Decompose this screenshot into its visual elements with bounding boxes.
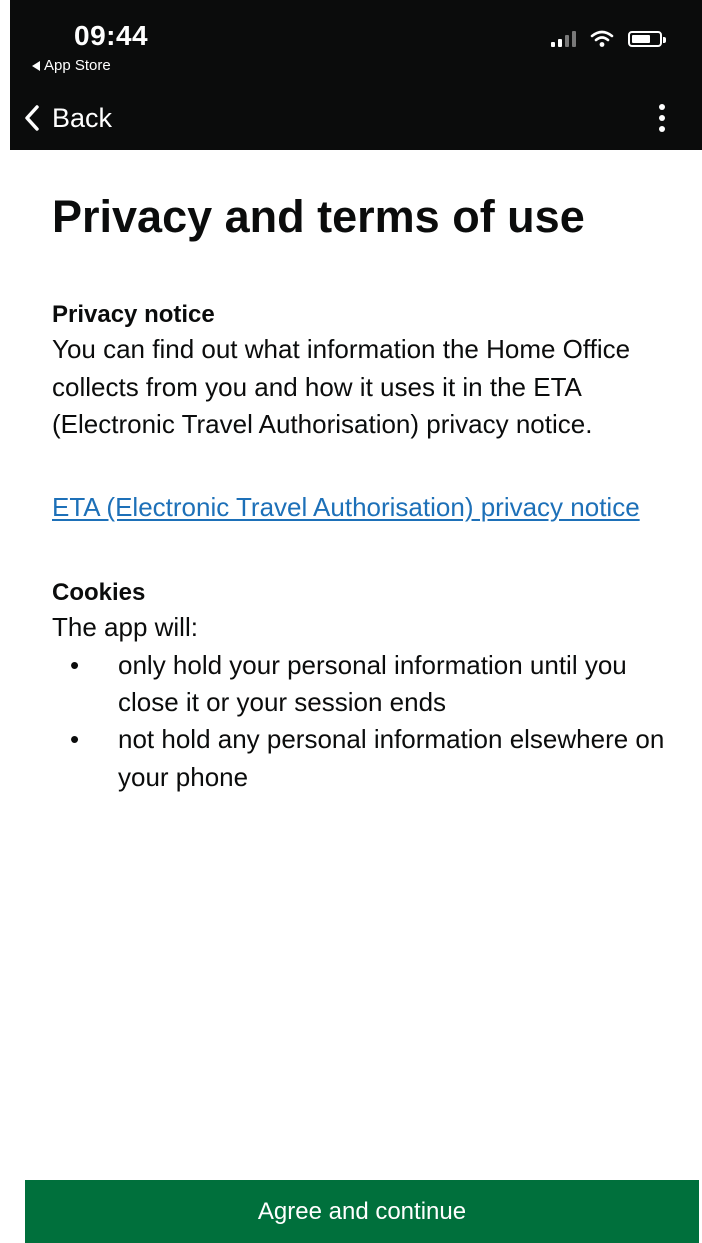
app-screen: 09:44 App Store Back Privacy and terms o… [0, 0, 702, 1243]
battery-icon [628, 31, 666, 47]
back-to-app-label: App Store [44, 57, 111, 74]
wifi-icon [590, 30, 614, 47]
cookies-list: • only hold your personal information un… [52, 647, 672, 797]
privacy-notice-heading: Privacy notice [52, 301, 215, 328]
list-item-text: only hold your personal information unti… [118, 649, 627, 717]
list-item: • only hold your personal information un… [52, 647, 672, 722]
back-button[interactable]: Back [24, 98, 112, 138]
back-button-label: Back [52, 102, 113, 133]
more-options-icon[interactable] [652, 98, 672, 138]
system-indicators [551, 30, 666, 48]
cellular-signal-icon [551, 31, 576, 47]
status-bar: 09:44 App Store [10, 0, 702, 88]
privacy-notice-link[interactable]: ETA (Electronic Travel Authorisation) pr… [52, 488, 672, 527]
top-nav-bar: Back [10, 88, 702, 150]
back-triangle-icon [32, 60, 40, 71]
status-time: 09:44 [74, 20, 149, 51]
list-item: • not hold any personal information else… [52, 721, 672, 796]
screen-edge [0, 0, 10, 1243]
page-title: Privacy and terms of use [52, 191, 585, 242]
list-item-text: not hold any personal information elsewh… [118, 724, 665, 792]
main-content: Privacy and terms of use Privacy notice … [52, 190, 672, 796]
bullet-icon: • [70, 724, 80, 755]
cookies-intro: The app will: [52, 612, 198, 643]
back-to-app-store[interactable]: App Store [32, 57, 111, 74]
privacy-notice-text: You can find out what information the Ho… [52, 334, 631, 440]
cookies-heading: Cookies [52, 578, 146, 606]
chevron-left-icon [25, 105, 39, 131]
bullet-icon: • [70, 649, 80, 680]
agree-and-continue-button[interactable]: Agree and continue [25, 1180, 699, 1243]
